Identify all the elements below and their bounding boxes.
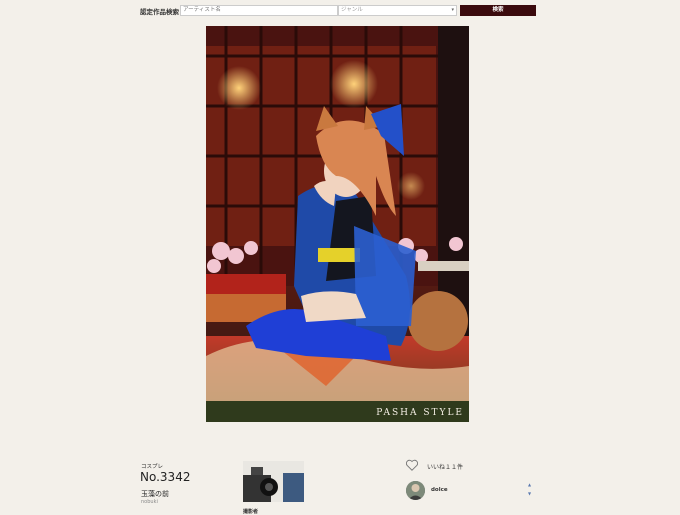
genre-select[interactable]: ジャンル ▾ bbox=[338, 5, 457, 16]
genre-select-value: ジャンル bbox=[341, 7, 363, 13]
like-count: いいね１１件 bbox=[427, 464, 464, 471]
comment-user-name[interactable]: dolce bbox=[431, 487, 448, 493]
work-category: コスプレ bbox=[141, 464, 164, 470]
avatar[interactable] bbox=[406, 481, 425, 500]
credit-label: 撮影者 bbox=[243, 509, 259, 515]
search-bar: 認定作品検索 ジャンル ▾ 検索 bbox=[140, 5, 536, 17]
scroll-up-icon[interactable]: ▲ bbox=[528, 482, 531, 487]
heart-outline-icon[interactable] bbox=[405, 458, 419, 472]
work-title: 玉藻の前 bbox=[141, 490, 169, 498]
search-button[interactable]: 検索 bbox=[460, 5, 536, 16]
chevron-down-icon: ▾ bbox=[451, 7, 454, 13]
work-author[interactable]: nobuki bbox=[141, 499, 158, 505]
photo-illustration bbox=[206, 26, 469, 422]
avatar-image bbox=[406, 481, 425, 500]
main-photo[interactable]: PASHA STYLE bbox=[206, 26, 469, 422]
photo-watermark: PASHA STYLE bbox=[376, 408, 464, 418]
scroll-down-icon[interactable]: ▼ bbox=[528, 491, 531, 496]
camera-photo bbox=[243, 461, 304, 502]
work-number: No.3342 bbox=[140, 470, 191, 484]
search-label: 認定作品検索 bbox=[140, 8, 179, 16]
artist-search-input[interactable] bbox=[180, 5, 338, 16]
photographer-thumbnail[interactable] bbox=[243, 461, 304, 502]
